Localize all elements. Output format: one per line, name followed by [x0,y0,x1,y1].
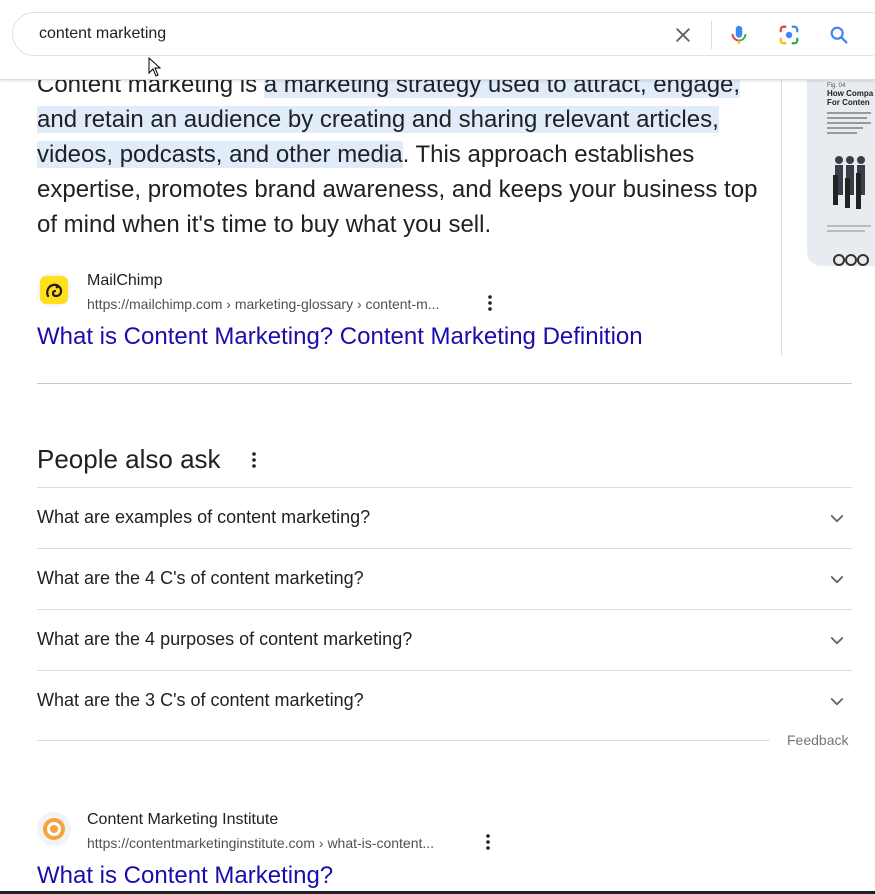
snippet-thumbnail[interactable]: Fig. 04 How Compa For Conten [807,60,875,266]
search-icon[interactable] [827,23,851,47]
featured-snippet-text: Content marketing is a marketing strateg… [37,67,767,242]
source-name: MailChimp [87,272,163,289]
paa-question[interactable]: What are examples of content marketing? [37,488,852,549]
paa-question-text: What are the 3 C's of content marketing? [37,690,364,710]
result-title-link[interactable]: What is Content Marketing? [37,862,333,890]
chevron-down-icon [830,637,844,645]
paa-question[interactable]: What are the 4 purposes of content marke… [37,610,852,671]
feedback-divider [37,740,770,741]
paa-question-text: What are the 4 C's of content marketing? [37,568,364,588]
paa-question[interactable]: What are the 4 C's of content marketing? [37,549,852,610]
microphone-icon[interactable] [727,23,751,47]
more-vert-icon[interactable] [480,832,496,852]
paa-heading: People also ask [37,444,221,474]
paa-list: What are examples of content marketing? … [37,487,852,732]
chevron-down-icon [830,576,844,584]
mouse-cursor-icon [148,56,162,82]
snippet-divider [781,80,782,355]
search-divider [711,21,712,49]
paa-question[interactable]: What are the 3 C's of content marketing? [37,671,852,732]
mailchimp-logo-icon [37,273,71,307]
cmi-logo-icon [37,812,71,846]
thumb-title-1: How Compa [827,89,874,98]
chevron-down-icon [830,698,844,706]
thumb-title-2: For Conten [827,98,870,107]
paa-question-text: What are the 4 purposes of content marke… [37,629,413,649]
paa-more-vert-icon[interactable] [246,450,262,470]
search-box[interactable] [12,12,875,56]
result-title-link[interactable]: What is Content Marketing? Content Marke… [37,323,643,351]
source-url: https://mailchimp.com › marketing-glossa… [87,296,440,312]
chevron-down-icon [830,515,844,523]
lens-icon[interactable] [777,23,801,47]
search-header [0,0,875,80]
result-source[interactable]: Content Marketing Institute https://cont… [37,811,517,852]
search-input[interactable] [39,23,539,45]
source-url: https://contentmarketinginstitute.com › … [87,835,435,851]
paa-question-text: What are examples of content marketing? [37,507,371,527]
source-name: Content Marketing Institute [87,811,279,828]
result-source[interactable]: MailChimp https://mailchimp.com › market… [37,272,517,313]
close-icon[interactable] [671,23,695,47]
feedback-link[interactable]: Feedback [787,732,848,748]
more-vert-icon[interactable] [482,293,498,313]
section-divider [37,383,852,384]
